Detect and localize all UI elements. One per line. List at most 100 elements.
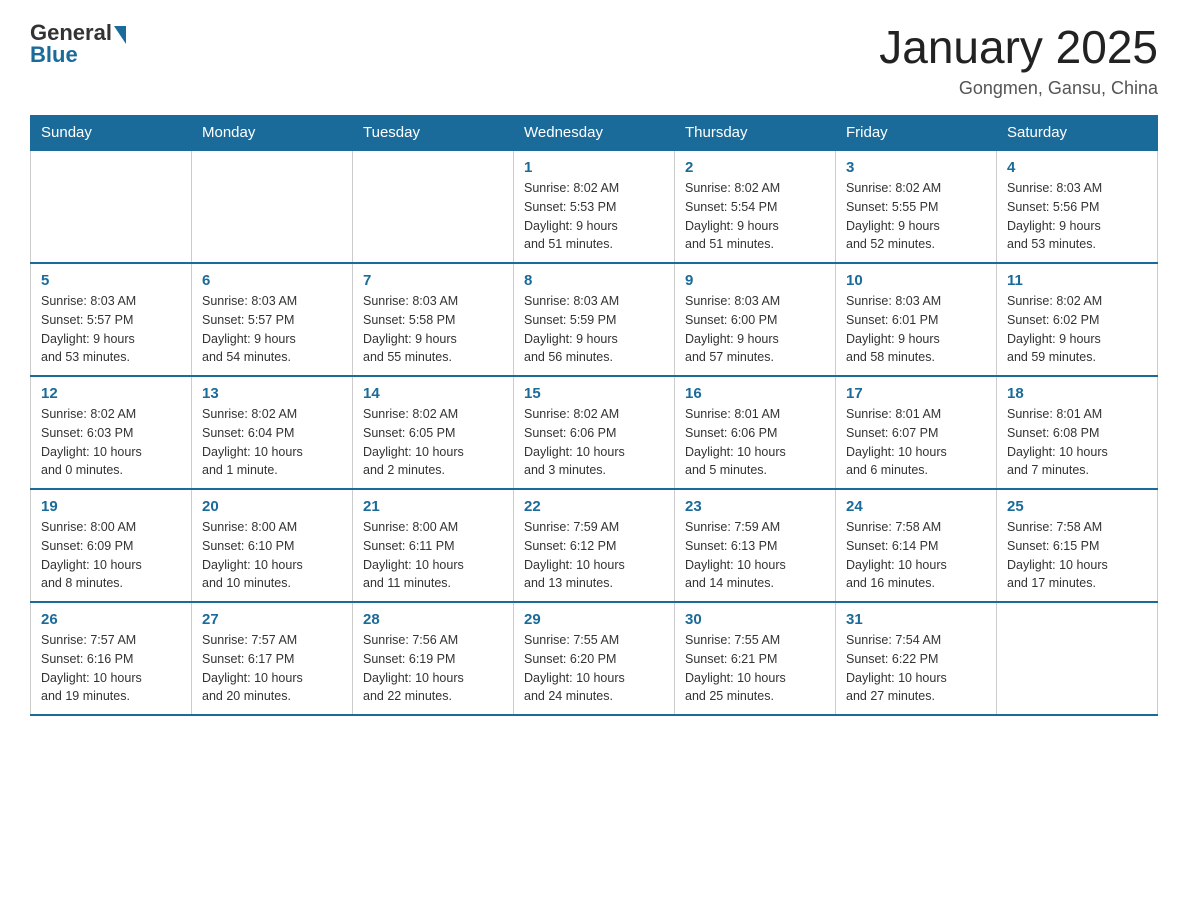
day-number: 19 <box>41 498 181 515</box>
day-number: 23 <box>685 498 825 515</box>
page-header: General Blue January 2025 Gongmen, Gansu… <box>30 20 1158 99</box>
calendar-cell: 31 Sunrise: 7:54 AM Sunset: 6:22 PM Dayli… <box>836 602 997 715</box>
calendar-cell: 29Sunrise: 7:55 AM Sunset: 6:20 PM Dayli… <box>514 602 675 715</box>
calendar-week-row: 12 Sunrise: 8:02 AM Sunset: 6:03 PM Dayli… <box>31 376 1158 489</box>
day-info: Sunrise: 8:03 AM Sunset: 5:58 PM Dayligh… <box>363 292 503 367</box>
day-info: Sunrise: 8:03 AM Sunset: 6:01 PM Dayligh… <box>846 292 986 367</box>
calendar-cell <box>31 150 192 263</box>
logo-triangle-icon <box>114 26 126 44</box>
day-number: 8 <box>524 272 664 289</box>
month-title: January 2025 <box>879 20 1158 74</box>
day-info: Sunrise: 8:00 AM Sunset: 6:10 PM Dayligh… <box>202 518 342 593</box>
calendar-cell: 13 Sunrise: 8:02 AM Sunset: 6:04 PM Dayli… <box>192 376 353 489</box>
calendar-cell: 5 Sunrise: 8:03 AM Sunset: 5:57 PM Daylig… <box>31 263 192 376</box>
calendar-cell: 12 Sunrise: 8:02 AM Sunset: 6:03 PM Dayli… <box>31 376 192 489</box>
day-info: Sunrise: 7:56 AM Sunset: 6:19 PM Dayligh… <box>363 631 503 706</box>
day-number: 3 <box>846 159 986 176</box>
day-number: 1 <box>524 159 664 176</box>
calendar-cell: 22 Sunrise: 7:59 AM Sunset: 6:12 PM Dayli… <box>514 489 675 602</box>
day-info: Sunrise: 7:58 AM Sunset: 6:14 PM Dayligh… <box>846 518 986 593</box>
day-info: Sunrise: 7:54 AM Sunset: 6:22 PM Dayligh… <box>846 631 986 706</box>
logo-blue-text: Blue <box>30 42 78 68</box>
day-info: Sunrise: 7:58 AM Sunset: 6:15 PM Dayligh… <box>1007 518 1147 593</box>
calendar-cell: 23 Sunrise: 7:59 AM Sunset: 6:13 PM Dayli… <box>675 489 836 602</box>
calendar-header-thursday: Thursday <box>675 116 836 151</box>
calendar-header-monday: Monday <box>192 116 353 151</box>
day-number: 26 <box>41 611 181 628</box>
calendar-header-tuesday: Tuesday <box>353 116 514 151</box>
calendar-week-row: 19 Sunrise: 8:00 AM Sunset: 6:09 PM Dayli… <box>31 489 1158 602</box>
calendar-cell <box>353 150 514 263</box>
calendar-cell: 25Sunrise: 7:58 AM Sunset: 6:15 PM Dayli… <box>997 489 1158 602</box>
calendar-header-friday: Friday <box>836 116 997 151</box>
calendar-cell <box>997 602 1158 715</box>
calendar-cell: 14 Sunrise: 8:02 AM Sunset: 6:05 PM Dayli… <box>353 376 514 489</box>
logo: General Blue <box>30 20 126 68</box>
calendar-week-row: 26 Sunrise: 7:57 AM Sunset: 6:16 PM Dayli… <box>31 602 1158 715</box>
calendar-cell: 1Sunrise: 8:02 AM Sunset: 5:53 PM Daylig… <box>514 150 675 263</box>
calendar-cell: 28Sunrise: 7:56 AM Sunset: 6:19 PM Dayli… <box>353 602 514 715</box>
day-info: Sunrise: 7:59 AM Sunset: 6:12 PM Dayligh… <box>524 518 664 593</box>
day-number: 12 <box>41 385 181 402</box>
calendar-cell: 11 Sunrise: 8:02 AM Sunset: 6:02 PM Dayli… <box>997 263 1158 376</box>
day-info: Sunrise: 8:02 AM Sunset: 6:03 PM Dayligh… <box>41 405 181 480</box>
day-info: Sunrise: 7:55 AM Sunset: 6:21 PM Dayligh… <box>685 631 825 706</box>
calendar-cell: 2 Sunrise: 8:02 AM Sunset: 5:54 PM Daylig… <box>675 150 836 263</box>
day-number: 4 <box>1007 159 1147 176</box>
calendar-cell: 19 Sunrise: 8:00 AM Sunset: 6:09 PM Dayli… <box>31 489 192 602</box>
day-number: 11 <box>1007 272 1147 289</box>
day-info: Sunrise: 7:55 AM Sunset: 6:20 PM Dayligh… <box>524 631 664 706</box>
day-number: 18 <box>1007 385 1147 402</box>
day-info: Sunrise: 8:01 AM Sunset: 6:07 PM Dayligh… <box>846 405 986 480</box>
day-number: 21 <box>363 498 503 515</box>
day-number: 31 <box>846 611 986 628</box>
day-info: Sunrise: 8:03 AM Sunset: 5:56 PM Dayligh… <box>1007 179 1147 254</box>
calendar-table: SundayMondayTuesdayWednesdayThursdayFrid… <box>30 115 1158 716</box>
calendar-cell: 16 Sunrise: 8:01 AM Sunset: 6:06 PM Dayli… <box>675 376 836 489</box>
day-info: Sunrise: 8:03 AM Sunset: 5:57 PM Dayligh… <box>41 292 181 367</box>
day-info: Sunrise: 8:02 AM Sunset: 6:02 PM Dayligh… <box>1007 292 1147 367</box>
day-info: Sunrise: 8:02 AM Sunset: 5:55 PM Dayligh… <box>846 179 986 254</box>
calendar-cell: 21 Sunrise: 8:00 AM Sunset: 6:11 PM Dayli… <box>353 489 514 602</box>
day-number: 14 <box>363 385 503 402</box>
calendar-cell <box>192 150 353 263</box>
calendar-header-sunday: Sunday <box>31 116 192 151</box>
day-number: 6 <box>202 272 342 289</box>
day-number: 13 <box>202 385 342 402</box>
day-info: Sunrise: 8:00 AM Sunset: 6:11 PM Dayligh… <box>363 518 503 593</box>
day-info: Sunrise: 8:02 AM Sunset: 5:54 PM Dayligh… <box>685 179 825 254</box>
day-info: Sunrise: 8:02 AM Sunset: 6:04 PM Dayligh… <box>202 405 342 480</box>
day-info: Sunrise: 7:59 AM Sunset: 6:13 PM Dayligh… <box>685 518 825 593</box>
day-info: Sunrise: 8:02 AM Sunset: 6:05 PM Dayligh… <box>363 405 503 480</box>
day-number: 24 <box>846 498 986 515</box>
day-info: Sunrise: 8:02 AM Sunset: 6:06 PM Dayligh… <box>524 405 664 480</box>
day-info: Sunrise: 8:03 AM Sunset: 5:59 PM Dayligh… <box>524 292 664 367</box>
calendar-cell: 18 Sunrise: 8:01 AM Sunset: 6:08 PM Dayli… <box>997 376 1158 489</box>
day-info: Sunrise: 8:00 AM Sunset: 6:09 PM Dayligh… <box>41 518 181 593</box>
day-number: 27 <box>202 611 342 628</box>
day-number: 5 <box>41 272 181 289</box>
day-number: 9 <box>685 272 825 289</box>
day-number: 7 <box>363 272 503 289</box>
calendar-week-row: 1Sunrise: 8:02 AM Sunset: 5:53 PM Daylig… <box>31 150 1158 263</box>
day-info: Sunrise: 7:57 AM Sunset: 6:17 PM Dayligh… <box>202 631 342 706</box>
day-info: Sunrise: 8:01 AM Sunset: 6:08 PM Dayligh… <box>1007 405 1147 480</box>
day-number: 2 <box>685 159 825 176</box>
day-info: Sunrise: 8:01 AM Sunset: 6:06 PM Dayligh… <box>685 405 825 480</box>
day-info: Sunrise: 8:03 AM Sunset: 6:00 PM Dayligh… <box>685 292 825 367</box>
day-number: 16 <box>685 385 825 402</box>
calendar-cell: 4 Sunrise: 8:03 AM Sunset: 5:56 PM Daylig… <box>997 150 1158 263</box>
calendar-header-saturday: Saturday <box>997 116 1158 151</box>
day-number: 10 <box>846 272 986 289</box>
calendar-week-row: 5 Sunrise: 8:03 AM Sunset: 5:57 PM Daylig… <box>31 263 1158 376</box>
calendar-cell: 7 Sunrise: 8:03 AM Sunset: 5:58 PM Daylig… <box>353 263 514 376</box>
calendar-cell: 3 Sunrise: 8:02 AM Sunset: 5:55 PM Daylig… <box>836 150 997 263</box>
calendar-cell: 30 Sunrise: 7:55 AM Sunset: 6:21 PM Dayli… <box>675 602 836 715</box>
day-number: 20 <box>202 498 342 515</box>
calendar-cell: 17Sunrise: 8:01 AM Sunset: 6:07 PM Dayli… <box>836 376 997 489</box>
day-number: 22 <box>524 498 664 515</box>
day-info: Sunrise: 8:03 AM Sunset: 5:57 PM Dayligh… <box>202 292 342 367</box>
day-number: 30 <box>685 611 825 628</box>
location-label: Gongmen, Gansu, China <box>879 78 1158 99</box>
day-info: Sunrise: 7:57 AM Sunset: 6:16 PM Dayligh… <box>41 631 181 706</box>
